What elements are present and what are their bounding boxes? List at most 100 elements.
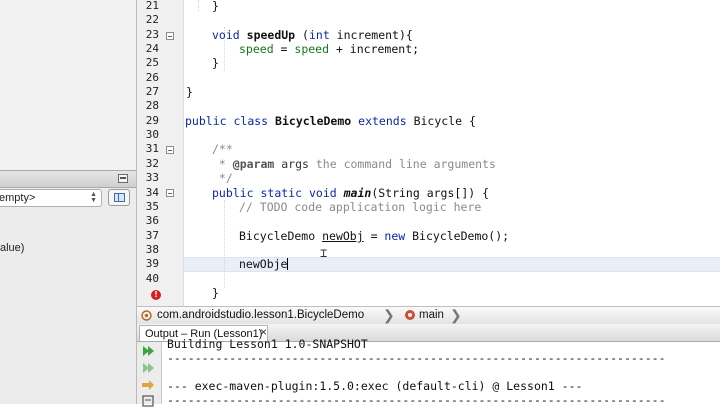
minimize-icon[interactable] (118, 174, 128, 183)
output-line: ----------------------------------------… (167, 351, 666, 365)
code-token: @param (232, 157, 275, 171)
code-token: } (212, 286, 219, 300)
breadcrumb-separator-icon: ❯ (450, 307, 462, 323)
breadcrumb-class[interactable]: com.androidstudio.lesson1.BicycleDemo (157, 308, 364, 323)
line-number: 27 (145, 85, 159, 98)
code-token: new (384, 229, 406, 243)
code-line-32: * @param args the command line arguments (212, 157, 496, 171)
code-token: = (363, 229, 385, 243)
code-line-37: BicycleDemo newObj = new BicycleDemo(); (239, 229, 509, 243)
rerun-with-options-icon[interactable] (141, 361, 155, 375)
line-number: 39 (145, 257, 159, 270)
fold-toggle-icon[interactable] (166, 32, 174, 40)
code-line-34: public static void main(String args[]) { (212, 186, 489, 200)
code-token: * (212, 157, 233, 171)
code-token: } (186, 85, 193, 99)
code-token: Bicycle { (413, 114, 476, 128)
filter-options-button[interactable] (108, 189, 130, 206)
output-toolbar (137, 342, 162, 407)
code-token: speedUp (246, 28, 296, 42)
line-number: 22 (145, 13, 159, 26)
code-line-21: } (212, 0, 219, 13)
code-token: + increment; (329, 42, 420, 56)
code-line-23: void speedUp (int increment){ (212, 28, 413, 42)
line-number: 37 (145, 229, 159, 242)
code-token: (String args[]) { (371, 186, 490, 200)
code-token: class (233, 114, 269, 128)
filter-select-value: empty> (0, 192, 36, 204)
code-token: void (308, 186, 337, 200)
code-token: = (273, 42, 295, 56)
line-number: 38 (145, 243, 159, 256)
output-line: Building Lesson1 1.0-SNAPSHOT (167, 337, 368, 351)
line-number: 33 (145, 171, 159, 184)
breadcrumb: com.androidstudio.lesson1.BicycleDemo ❯ … (137, 306, 720, 325)
code-token: } (212, 56, 219, 70)
settings-icon[interactable] (141, 394, 155, 408)
step-icon[interactable] (141, 378, 155, 392)
output-console[interactable]: Building Lesson1 1.0-SNAPSHOT ----------… (137, 337, 720, 407)
output-line: ----------------------------------------… (167, 393, 666, 407)
line-number: 32 (145, 157, 159, 170)
code-line-39[interactable]: newObje (239, 257, 289, 271)
output-line: --- exec-maven-plugin:1.5.0:exec (defaul… (167, 379, 583, 393)
line-number-gutter: 21 22 23 24 25 26 27 28 29 30 31 32 33 3… (137, 0, 184, 306)
code-token: // TODO code application logic here (239, 200, 482, 214)
line-number: 36 (145, 214, 159, 227)
code-token: main (343, 186, 372, 200)
code-token: args (274, 157, 309, 171)
code-line-29: public class BicycleDemo extends Bicycle… (185, 114, 476, 128)
code-token: */ (212, 171, 233, 185)
code-token: /** (212, 142, 233, 156)
code-token: int (308, 28, 330, 42)
line-number: 21 (145, 0, 159, 12)
fold-toggle-icon[interactable] (166, 146, 174, 154)
panel-layout-icon (114, 193, 125, 202)
code-line-27: } (186, 85, 193, 99)
code-token: newObj (322, 229, 364, 243)
code-token: BicycleDemo (239, 229, 323, 243)
left-panel-content (0, 0, 136, 170)
code-line-41: } (212, 286, 219, 300)
indent-guide (224, 200, 225, 288)
code-token: } (212, 0, 219, 13)
line-number: 30 (145, 128, 159, 141)
method-icon (405, 310, 415, 320)
code-token: the command line arguments (308, 157, 496, 171)
line-number: 40 (145, 272, 159, 285)
text-caret (287, 258, 289, 270)
code-token: void (212, 28, 240, 42)
navigator-header (0, 170, 136, 188)
code-token: newObje (239, 257, 288, 271)
filter-select[interactable]: empty> ▲ ▼ (0, 189, 102, 207)
indent-guide (198, 0, 199, 12)
rerun-icon[interactable] (141, 344, 155, 358)
code-line-24: speed = speed + increment; (239, 42, 419, 56)
text-cursor-ibeam-icon: ⌶ (320, 246, 328, 260)
code-line-35: // TODO code application logic here (239, 200, 481, 214)
line-number: 25 (145, 56, 159, 69)
variable-value-label: alue) (0, 242, 25, 254)
code-token: ( (295, 28, 309, 42)
code-token: static (260, 186, 303, 200)
code-token: extends (358, 114, 407, 128)
code-line-31: /** (212, 142, 233, 156)
close-icon[interactable]: × (260, 326, 270, 338)
line-number: 26 (145, 71, 159, 84)
breadcrumb-method[interactable]: main (419, 308, 444, 323)
line-number: 23 (145, 28, 159, 41)
code-token: speed (239, 42, 274, 56)
code-token: BicycleDemo (275, 114, 352, 128)
left-panel: empty> ▲ ▼ alue) (0, 0, 137, 404)
line-number: 35 (145, 200, 159, 213)
code-token: increment){ (329, 28, 413, 42)
line-number: 29 (145, 114, 159, 127)
line-number: 28 (145, 99, 159, 112)
code-line-33: */ (212, 171, 233, 185)
class-icon (141, 310, 152, 321)
code-editor[interactable]: } void speedUp (int increment){ speed = … (184, 0, 720, 306)
line-number: 31 (145, 142, 159, 155)
line-number: 34 (145, 186, 159, 199)
error-icon[interactable]: ! (151, 290, 161, 300)
fold-toggle-icon[interactable] (166, 189, 174, 197)
